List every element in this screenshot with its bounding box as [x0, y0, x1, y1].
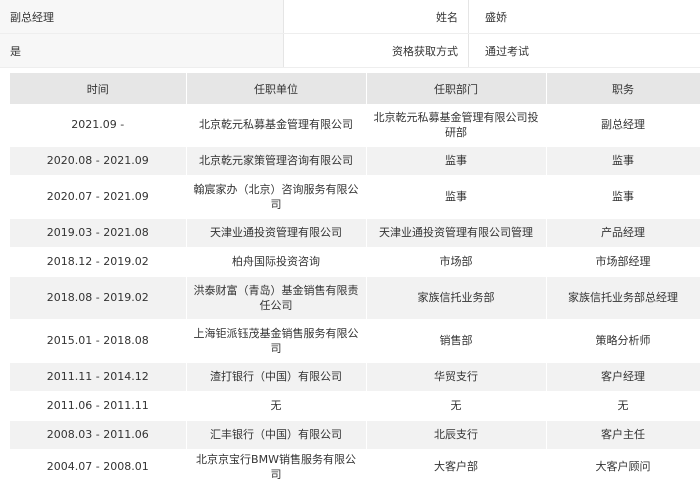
cell-time: 2011.06 - 2011.11	[10, 391, 187, 421]
table-row: 2015.01 - 2018.08 上海钜派钰茂基金销售服务有限公司 销售部 策…	[10, 319, 700, 363]
table-row: 2018.08 - 2019.02 洪泰财富（青岛）基金销售有限责任公司 家族信…	[10, 276, 700, 320]
table-row: 2011.11 - 2014.12 渣打银行（中国）有限公司 华贸支行 客户经理	[10, 362, 700, 392]
info-cell-left: 是	[0, 33, 284, 68]
cell-company: 翰宸家办（北京）咨询服务有限公司	[186, 175, 367, 219]
cell-time: 2020.08 - 2021.09	[10, 146, 187, 176]
cell-company: 洪泰财富（青岛）基金销售有限责任公司	[186, 276, 367, 320]
info-value: 盛娇	[468, 0, 700, 34]
cell-time: 2019.03 - 2021.08	[10, 218, 187, 248]
cell-time: 2018.08 - 2019.02	[10, 276, 187, 320]
table-row: 2004.07 - 2008.01 北京京宝行BMW销售服务有限公司 大客户部 …	[10, 449, 700, 485]
cell-time: 2011.11 - 2014.12	[10, 362, 187, 392]
table-header-row: 时间 任职单位 任职部门 职务	[10, 73, 700, 104]
cell-company: 柏舟国际投资咨询	[186, 247, 367, 277]
cell-department: 大客户部	[366, 449, 547, 485]
cell-company: 渣打银行（中国）有限公司	[186, 362, 367, 392]
cell-position: 产品经理	[546, 218, 700, 248]
cell-position: 大客户顾问	[546, 449, 700, 485]
cell-company: 天津业通投资管理有限公司	[186, 218, 367, 248]
cell-department: 北辰支行	[366, 420, 547, 450]
cell-department: 销售部	[366, 319, 547, 363]
cell-department: 市场部	[366, 247, 547, 277]
table-body: 2021.09 - 北京乾元私募基金管理有限公司 北京乾元私募基金管理有限公司投…	[10, 104, 700, 485]
cell-position: 监事	[546, 175, 700, 219]
cell-company: 无	[186, 391, 367, 421]
cell-company: 上海钜派钰茂基金销售服务有限公司	[186, 319, 367, 363]
cell-position: 策略分析师	[546, 319, 700, 363]
table-row: 2019.03 - 2021.08 天津业通投资管理有限公司 天津业通投资管理有…	[10, 218, 700, 248]
column-header-department: 任职部门	[366, 73, 547, 104]
cell-department: 北京乾元私募基金管理有限公司投研部	[366, 104, 547, 147]
info-row: 副总经理 姓名 盛娇	[0, 0, 700, 34]
cell-position: 市场部经理	[546, 247, 700, 277]
cell-time: 2018.12 - 2019.02	[10, 247, 187, 277]
cell-department: 华贸支行	[366, 362, 547, 392]
column-header-company: 任职单位	[186, 73, 367, 104]
table-row: 2020.08 - 2021.09 北京乾元家策管理咨询有限公司 监事 监事	[10, 146, 700, 176]
cell-company: 北京京宝行BMW销售服务有限公司	[186, 449, 367, 485]
cell-position: 监事	[546, 146, 700, 176]
cell-position: 副总经理	[546, 104, 700, 147]
cell-position: 家族信托业务部总经理	[546, 276, 700, 320]
cell-company: 汇丰银行（中国）有限公司	[186, 420, 367, 450]
cell-position: 客户经理	[546, 362, 700, 392]
column-header-position: 职务	[546, 73, 700, 104]
cell-time: 2015.01 - 2018.08	[10, 319, 187, 363]
info-table: 副总经理 姓名 盛娇 是 资格获取方式 通过考试	[0, 0, 700, 68]
table-row: 2011.06 - 2011.11 无 无 无	[10, 391, 700, 421]
info-row: 是 资格获取方式 通过考试	[0, 33, 700, 68]
cell-time: 2004.07 - 2008.01	[10, 449, 187, 485]
cell-department: 监事	[366, 175, 547, 219]
table-row: 2021.09 - 北京乾元私募基金管理有限公司 北京乾元私募基金管理有限公司投…	[10, 104, 700, 147]
cell-department: 无	[366, 391, 547, 421]
cell-position: 客户主任	[546, 420, 700, 450]
cell-position: 无	[546, 391, 700, 421]
employment-history-table: 时间 任职单位 任职部门 职务 2021.09 - 北京乾元私募基金管理有限公司…	[10, 73, 700, 485]
info-label: 姓名	[283, 0, 469, 34]
table-row: 2018.12 - 2019.02 柏舟国际投资咨询 市场部 市场部经理	[10, 247, 700, 277]
cell-department: 家族信托业务部	[366, 276, 547, 320]
column-header-time: 时间	[10, 73, 187, 104]
cell-time: 2008.03 - 2011.06	[10, 420, 187, 450]
info-cell-left: 副总经理	[0, 0, 284, 34]
cell-time: 2020.07 - 2021.09	[10, 175, 187, 219]
cell-department: 天津业通投资管理有限公司管理	[366, 218, 547, 248]
cell-time: 2021.09 -	[10, 104, 187, 147]
table-row: 2020.07 - 2021.09 翰宸家办（北京）咨询服务有限公司 监事 监事	[10, 175, 700, 219]
cell-company: 北京乾元私募基金管理有限公司	[186, 104, 367, 147]
cell-company: 北京乾元家策管理咨询有限公司	[186, 146, 367, 176]
cell-department: 监事	[366, 146, 547, 176]
table-row: 2008.03 - 2011.06 汇丰银行（中国）有限公司 北辰支行 客户主任	[10, 420, 700, 450]
info-label: 资格获取方式	[283, 33, 469, 68]
info-value: 通过考试	[468, 33, 700, 68]
